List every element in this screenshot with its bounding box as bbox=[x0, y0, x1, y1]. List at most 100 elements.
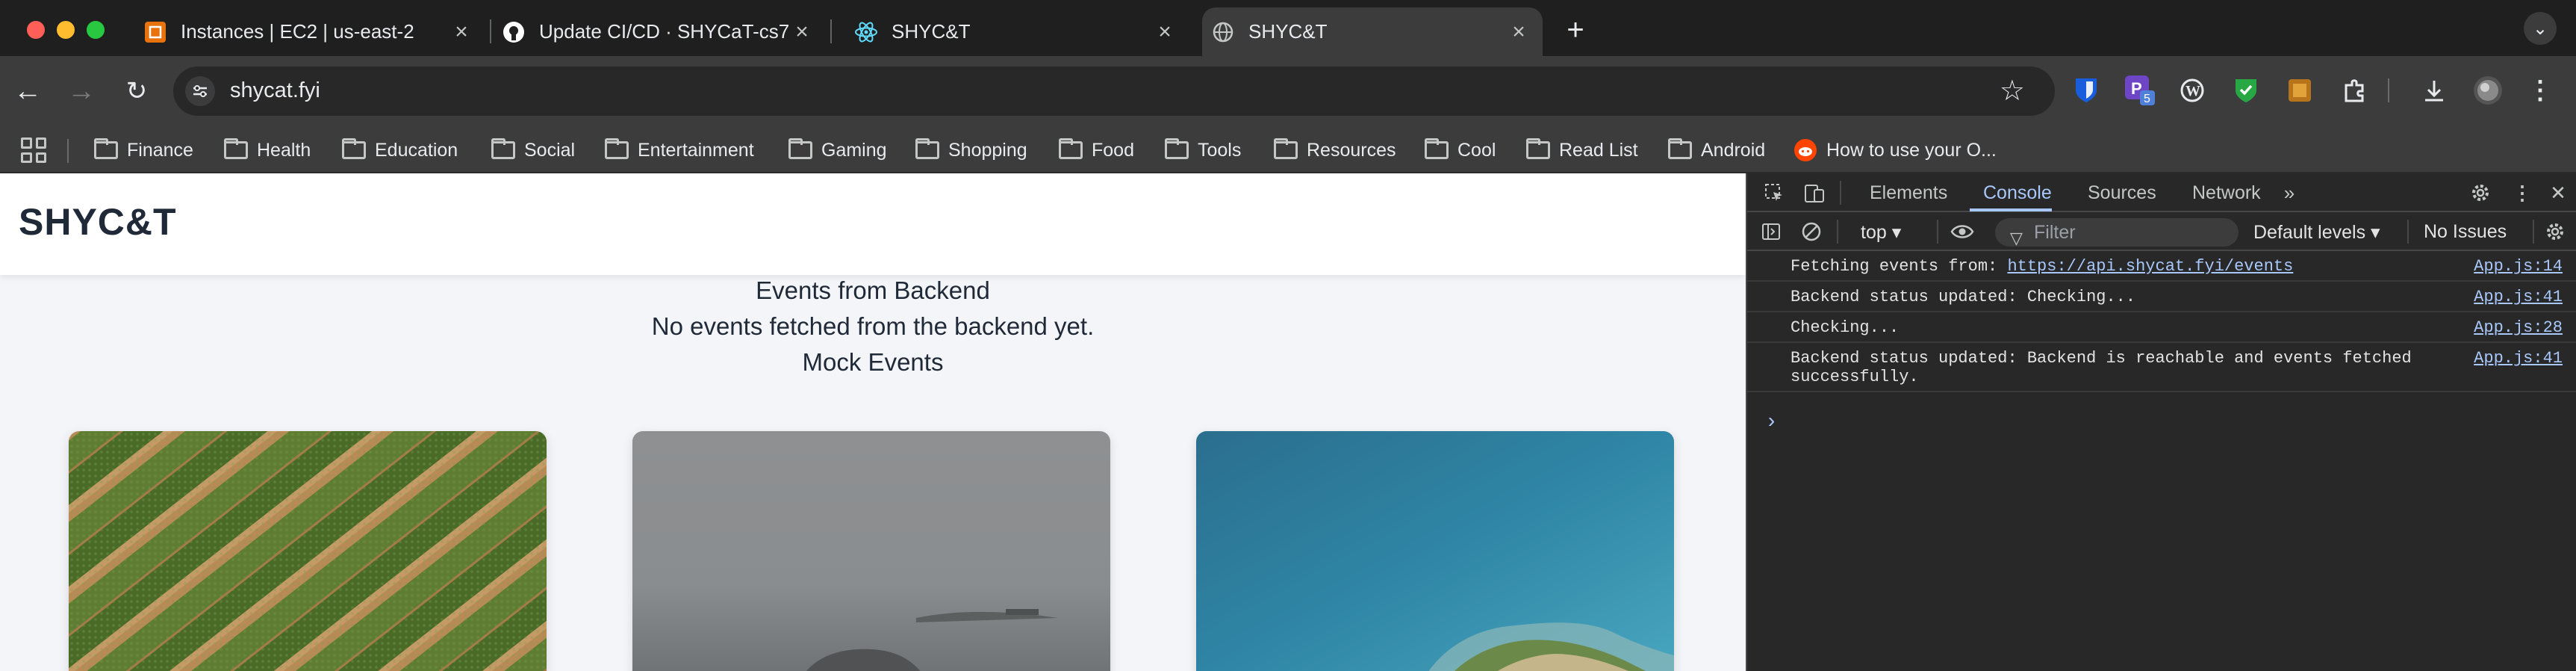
bookmark-folder-tools[interactable]: Tools bbox=[1165, 136, 1241, 164]
tab-title: SHYC&T bbox=[1248, 20, 1328, 43]
console-message: Backend status updated: Backend is reach… bbox=[1747, 343, 2576, 392]
tab-network[interactable]: Network bbox=[2192, 182, 2261, 204]
browser-tab[interactable]: Instances | EC2 | us-east-2 × bbox=[134, 7, 485, 56]
folder-icon bbox=[224, 138, 248, 159]
close-window-button[interactable] bbox=[27, 21, 45, 39]
events-heading: Events from Backend bbox=[756, 276, 990, 304]
wordpress-icon[interactable]: W bbox=[2176, 74, 2209, 107]
bookmark-folder-gaming[interactable]: Gaming bbox=[788, 136, 887, 164]
bookmark-link-how-to[interactable]: How to use your O... bbox=[1793, 136, 1997, 164]
sidebar-toggle-icon[interactable] bbox=[1759, 220, 1783, 244]
event-card-image[interactable] bbox=[632, 431, 1110, 671]
bookmark-label: Finance bbox=[127, 139, 193, 161]
folder-icon bbox=[1274, 138, 1298, 159]
download-icon[interactable] bbox=[2418, 74, 2451, 107]
message-text: Backend status updated: Backend is reach… bbox=[1791, 349, 2421, 386]
more-menu-icon[interactable]: ⋮ bbox=[2524, 74, 2557, 107]
tab-console[interactable]: Console bbox=[1983, 182, 2052, 204]
close-devtools-icon[interactable]: ✕ bbox=[2546, 181, 2570, 205]
no-events-message: No events fetched from the backend yet. bbox=[651, 312, 1095, 340]
bitwarden-icon[interactable] bbox=[2070, 74, 2103, 107]
close-tab-icon[interactable]: × bbox=[449, 19, 473, 44]
zoom-window-button[interactable] bbox=[87, 21, 105, 39]
message-source-link[interactable]: App.js:41 bbox=[2474, 288, 2563, 306]
console-prompt-chevron-icon[interactable]: › bbox=[1765, 411, 1778, 434]
reload-icon[interactable]: ↻ bbox=[118, 72, 155, 110]
folder-icon bbox=[1526, 138, 1550, 159]
bookmark-label: Social bbox=[524, 139, 576, 161]
site-settings-icon[interactable] bbox=[185, 76, 215, 106]
message-text: Backend status updated: Checking... bbox=[1791, 288, 2136, 306]
message-url-link[interactable]: https://api.shycat.fyi/events bbox=[2007, 257, 2293, 276]
device-toolbar-icon[interactable] bbox=[1802, 181, 1826, 205]
event-card-image[interactable] bbox=[69, 431, 547, 671]
live-expression-eye-icon[interactable] bbox=[1950, 220, 1974, 244]
bookmark-folder-food[interactable]: Food bbox=[1059, 136, 1134, 164]
bookmark-folder-resources[interactable]: Resources bbox=[1274, 136, 1396, 164]
bookmark-folder-health[interactable]: Health bbox=[224, 136, 311, 164]
bookmark-folder-entertainment[interactable]: Entertainment bbox=[605, 136, 754, 164]
browser-toolbar: ← → ↻ shycat.fyi ☆ P5 W ⋮ bbox=[0, 56, 2576, 127]
console-settings-gear-icon[interactable] bbox=[2543, 220, 2567, 244]
tab-search-icon[interactable]: ⌄ bbox=[2524, 12, 2557, 45]
log-levels-dropdown[interactable]: Default levels ▾ bbox=[2253, 221, 2380, 244]
console-toolbar: top ▾ ▽ Filter Default levels ▾ No Issue… bbox=[1747, 212, 2576, 251]
bookmark-folder-cool[interactable]: Cool bbox=[1425, 136, 1496, 164]
console-messages: Fetching events from: https://api.shycat… bbox=[1747, 251, 2576, 392]
console-filter-input[interactable]: ▽ Filter bbox=[1995, 218, 2239, 247]
shield-check-icon[interactable] bbox=[2230, 74, 2262, 107]
bookmarks-bar: Finance Health Education Social Entertai… bbox=[0, 127, 2576, 173]
folder-icon bbox=[342, 138, 366, 159]
browser-tab[interactable]: Update CI/CD · SHYCaT-cs71/ × bbox=[493, 7, 826, 56]
inspect-element-icon[interactable] bbox=[1762, 181, 1786, 205]
profile-avatar[interactable] bbox=[2471, 74, 2504, 107]
tab-title: SHYC&T bbox=[892, 20, 971, 43]
clear-console-icon[interactable] bbox=[1799, 220, 1823, 244]
devtools-menu-icon[interactable]: ⋮ bbox=[2510, 181, 2534, 205]
context-value: top bbox=[1861, 222, 1887, 243]
bookmark-folder-shopping[interactable]: Shopping bbox=[915, 136, 1027, 164]
minimize-window-button[interactable] bbox=[57, 21, 75, 39]
new-tab-icon[interactable]: + bbox=[1561, 13, 1590, 46]
extensions-puzzle-icon[interactable] bbox=[2339, 74, 2371, 107]
extension-p-icon[interactable]: P5 bbox=[2124, 74, 2156, 107]
dropdown-caret-icon: ▾ bbox=[1891, 222, 1902, 243]
bookmark-folder-finance[interactable]: Finance bbox=[94, 136, 193, 164]
tab-elements[interactable]: Elements bbox=[1870, 182, 1947, 204]
bookmark-folder-read-list[interactable]: Read List bbox=[1526, 136, 1638, 164]
apps-grid-icon[interactable] bbox=[21, 137, 46, 163]
bookmark-folder-social[interactable]: Social bbox=[491, 136, 575, 164]
forward-arrow-icon[interactable]: → bbox=[63, 72, 100, 110]
event-card-image[interactable] bbox=[1196, 431, 1674, 671]
tab-sources[interactable]: Sources bbox=[2088, 182, 2156, 204]
browser-tab[interactable]: SHYC&T × bbox=[845, 7, 1189, 56]
settings-gear-icon[interactable] bbox=[2468, 181, 2492, 205]
message-source-link[interactable]: App.js:28 bbox=[2474, 318, 2563, 337]
close-tab-icon[interactable]: × bbox=[1153, 19, 1177, 44]
bookmark-label: Health bbox=[257, 139, 311, 161]
bookmark-folder-education[interactable]: Education bbox=[342, 136, 458, 164]
close-tab-icon[interactable]: × bbox=[790, 19, 814, 44]
back-arrow-icon[interactable]: ← bbox=[9, 72, 46, 110]
issues-counter[interactable]: No Issues bbox=[2424, 221, 2507, 243]
bookmark-star-icon[interactable]: ☆ bbox=[2000, 74, 2025, 108]
bookmark-folder-android[interactable]: Android bbox=[1668, 136, 1765, 164]
url-text: shycat.fyi bbox=[230, 78, 320, 102]
devtools-separator bbox=[2533, 220, 2534, 244]
extension-orange-icon[interactable] bbox=[2283, 74, 2316, 107]
message-source-link[interactable]: App.js:41 bbox=[2474, 349, 2563, 368]
more-tabs-icon[interactable]: » bbox=[2277, 181, 2301, 205]
levels-value: Default levels bbox=[2253, 222, 2366, 243]
close-tab-icon[interactable]: × bbox=[1507, 19, 1531, 44]
folder-icon bbox=[94, 138, 118, 159]
browser-tab-active[interactable]: SHYC&T × bbox=[1202, 7, 1543, 56]
message-source-link[interactable]: App.js:14 bbox=[2474, 257, 2563, 276]
dropdown-caret-icon: ▾ bbox=[2371, 222, 2380, 243]
devtools-separator bbox=[1837, 220, 1838, 244]
console-message: Backend status updated: Checking... App.… bbox=[1747, 282, 2576, 312]
address-bar[interactable]: shycat.fyi ☆ bbox=[173, 67, 2055, 116]
context-selector[interactable]: top ▾ bbox=[1861, 221, 1901, 244]
tab-title: Instances | EC2 | us-east-2 bbox=[181, 20, 414, 43]
bookmarks-separator bbox=[67, 139, 69, 163]
site-brand[interactable]: SHYC&T bbox=[19, 200, 177, 244]
